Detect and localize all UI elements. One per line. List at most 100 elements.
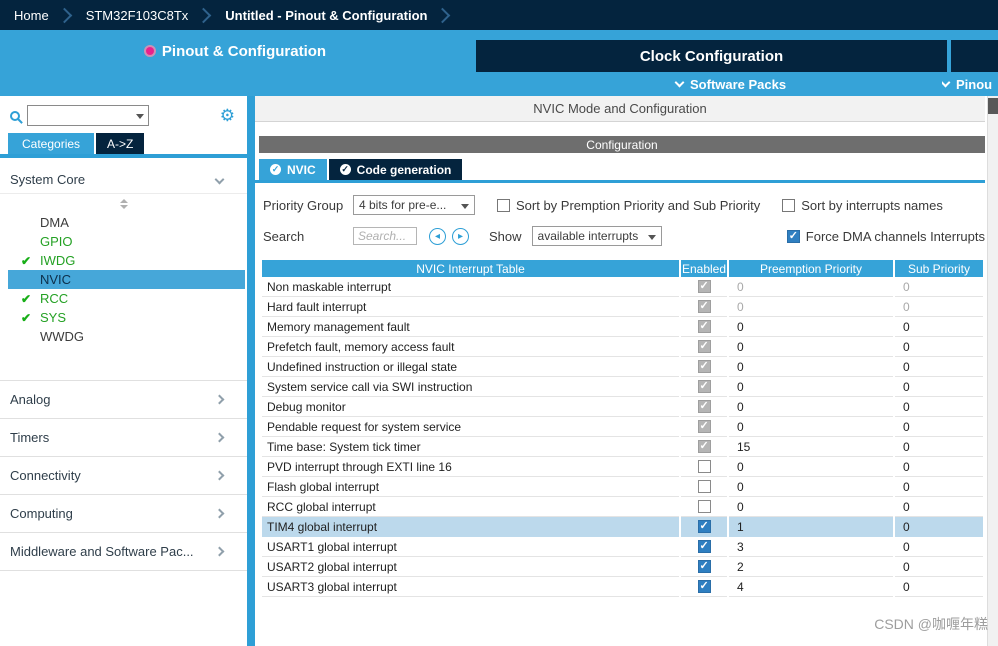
preemption-priority-cell[interactable]: 0: [729, 277, 893, 297]
preemption-priority-cell[interactable]: 0: [729, 417, 893, 437]
force-dma-checkbox[interactable]: [786, 229, 800, 243]
col-header-interrupt-table[interactable]: NVIC Interrupt Table: [262, 260, 679, 277]
sub-priority-cell[interactable]: 0: [895, 477, 983, 497]
col-header-preemption-priority[interactable]: Preemption Priority: [729, 260, 893, 277]
enabled-checkbox[interactable]: [697, 500, 711, 513]
sidebar-section-timers[interactable]: Timers: [0, 419, 247, 457]
enabled-checkbox[interactable]: [697, 539, 711, 553]
sub-priority-cell[interactable]: 0: [895, 317, 983, 337]
preemption-priority-cell[interactable]: 0: [729, 297, 893, 317]
tab-code-generation[interactable]: Code generation: [328, 159, 463, 180]
search-prev-button[interactable]: [429, 227, 446, 245]
priority-group-select[interactable]: 4 bits for pre-e...: [353, 195, 475, 215]
sidebar-item-wwdg[interactable]: WWDG: [0, 327, 247, 346]
nvic-table-row[interactable]: Hard fault interrupt 00: [262, 297, 985, 317]
sub-priority-cell[interactable]: 0: [895, 397, 983, 417]
pinout-menu[interactable]: Pinou: [942, 72, 998, 96]
sidebar-section-middleware-and-software-pac[interactable]: Middleware and Software Pac...: [0, 533, 247, 571]
sidebar-item-gpio[interactable]: GPIO: [0, 232, 247, 251]
sidebar-item-rcc[interactable]: ✔ RCC: [0, 289, 247, 308]
tab-nvic[interactable]: NVIC: [259, 159, 327, 180]
nvic-table-row[interactable]: RCC global interrupt 0 0: [262, 497, 985, 517]
preemption-priority-cell[interactable]: 0: [729, 377, 893, 397]
sub-priority-cell[interactable]: 0: [895, 577, 983, 597]
sub-priority-cell[interactable]: 0: [895, 437, 983, 457]
preemption-priority-cell[interactable]: 0: [729, 477, 893, 497]
sidebar-item-iwdg[interactable]: ✔ IWDG: [0, 251, 247, 270]
sidebar-section-computing[interactable]: Computing: [0, 495, 247, 533]
breadcrumb-home[interactable]: Home: [14, 8, 49, 23]
sidebar-section-system-core[interactable]: System Core: [0, 166, 247, 194]
tab-clock-configuration[interactable]: Clock Configuration: [476, 40, 947, 72]
nvic-table-row[interactable]: USART3 global interrupt 40: [262, 577, 985, 597]
enabled-checkbox: [697, 319, 711, 333]
nvic-table-row[interactable]: Flash global interrupt 0 0: [262, 477, 985, 497]
sidebar-section-connectivity[interactable]: Connectivity: [0, 457, 247, 495]
nvic-table-row[interactable]: Non maskable interrupt 00: [262, 277, 985, 297]
nvic-table-row[interactable]: Memory management fault 00: [262, 317, 985, 337]
preemption-priority-cell[interactable]: 15: [729, 437, 893, 457]
sidebar-section-analog[interactable]: Analog: [0, 381, 247, 419]
col-header-sub-priority[interactable]: Sub Priority: [895, 260, 983, 277]
breadcrumb-mcu[interactable]: STM32F103C8Tx: [86, 8, 189, 23]
sidebar-item-sys[interactable]: ✔ SYS: [0, 308, 247, 327]
nvic-table-row[interactable]: PVD interrupt through EXTI line 16 0 0: [262, 457, 985, 477]
preemption-priority-cell[interactable]: 0: [729, 497, 893, 517]
preemption-priority-cell[interactable]: 2: [729, 557, 893, 577]
interrupt-search-input[interactable]: [353, 227, 417, 245]
preemption-priority-cell[interactable]: 0: [729, 457, 893, 477]
tab-a-z[interactable]: A->Z: [96, 133, 145, 154]
sort-names-checkbox[interactable]: [782, 198, 796, 212]
gear-icon[interactable]: ⚙: [220, 107, 235, 124]
col-header-enabled[interactable]: Enabled: [681, 260, 727, 277]
enabled-checkbox[interactable]: [697, 460, 711, 473]
enabled-checkbox[interactable]: [697, 480, 711, 493]
sub-priority-cell[interactable]: 0: [895, 557, 983, 577]
nvic-table-body: Non maskable interrupt00Hard fault inter…: [262, 277, 985, 597]
preemption-priority-cell[interactable]: 0: [729, 317, 893, 337]
sidebar-scrollbar[interactable]: [247, 96, 255, 646]
nvic-table-row[interactable]: Time base: System tick timer 150: [262, 437, 985, 457]
sub-priority-cell[interactable]: 0: [895, 337, 983, 357]
preemption-priority-cell[interactable]: 0: [729, 397, 893, 417]
nvic-table-row[interactable]: TIM4 global interrupt 10: [262, 517, 985, 537]
sub-priority-cell[interactable]: 0: [895, 377, 983, 397]
sort-premption-checkbox[interactable]: [497, 198, 510, 212]
nvic-table-row[interactable]: Debug monitor 00: [262, 397, 985, 417]
search-next-button[interactable]: [452, 227, 469, 245]
nvic-table-row[interactable]: Prefetch fault, memory access fault 00: [262, 337, 985, 357]
sub-priority-cell[interactable]: 0: [895, 417, 983, 437]
preemption-priority-cell[interactable]: 4: [729, 577, 893, 597]
tab-categories[interactable]: Categories: [8, 133, 95, 154]
sub-priority-cell[interactable]: 0: [895, 297, 983, 317]
tab-pinout-configuration[interactable]: Pinout & Configuration: [0, 30, 472, 72]
sub-priority-cell[interactable]: 0: [895, 457, 983, 477]
nvic-table-row[interactable]: USART2 global interrupt 20: [262, 557, 985, 577]
sub-priority-cell[interactable]: 0: [895, 277, 983, 297]
preemption-priority-cell[interactable]: 0: [729, 337, 893, 357]
sub-priority-cell[interactable]: 0: [895, 357, 983, 377]
software-packs-menu[interactable]: Software Packs: [674, 72, 786, 96]
tab-partial-right[interactable]: [951, 40, 998, 72]
sidebar-item-dma[interactable]: DMA: [0, 213, 247, 232]
sidebar-search-input[interactable]: [27, 105, 149, 126]
preemption-priority-cell[interactable]: 3: [729, 537, 893, 557]
preemption-priority-cell[interactable]: 1: [729, 517, 893, 537]
panel-scrollbar[interactable]: [987, 96, 998, 646]
nvic-table-row[interactable]: System service call via SWI instruction 0…: [262, 377, 985, 397]
sidebar-item-nvic[interactable]: NVIC: [8, 270, 245, 289]
breadcrumb-project[interactable]: Untitled - Pinout & Configuration: [225, 8, 427, 23]
nvic-table-row[interactable]: USART1 global interrupt 30: [262, 537, 985, 557]
nvic-table-row[interactable]: Undefined instruction or illegal state 00: [262, 357, 985, 377]
enabled-checkbox[interactable]: [697, 579, 711, 593]
show-select[interactable]: available interrupts: [531, 226, 662, 246]
sub-priority-cell[interactable]: 0: [895, 537, 983, 557]
preemption-priority-cell[interactable]: 0: [729, 357, 893, 377]
enabled-checkbox[interactable]: [697, 519, 711, 533]
enabled-checkbox[interactable]: [697, 559, 711, 573]
sub-priority-cell[interactable]: 0: [895, 517, 983, 537]
scrollbar-thumb[interactable]: [988, 98, 998, 114]
nvic-table-row[interactable]: Pendable request for system service 00: [262, 417, 985, 437]
sub-priority-cell[interactable]: 0: [895, 497, 983, 517]
interrupt-name-cell: Non maskable interrupt: [262, 277, 679, 297]
